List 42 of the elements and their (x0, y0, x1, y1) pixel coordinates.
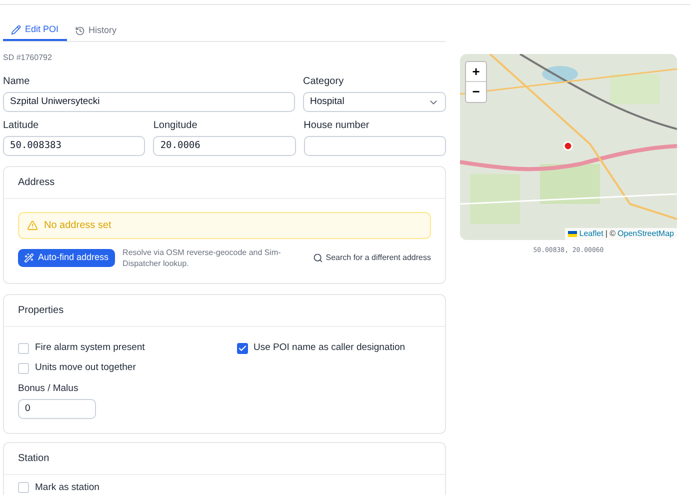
input-field[interactable]: 0 (18, 398, 96, 419)
map[interactable]: + − Leaflet | © OpenStreetMap (460, 54, 677, 240)
flag-icon (568, 231, 578, 237)
openstreetmap-link[interactable]: OpenStreetMap (618, 228, 674, 240)
input-field[interactable] (304, 136, 446, 156)
checkbox[interactable] (236, 342, 248, 354)
attribution-separator: | © (605, 228, 616, 240)
alert-text: No address set (44, 219, 112, 233)
leaflet-link[interactable]: Leaflet (579, 228, 604, 240)
zoom-out-button[interactable]: − (466, 82, 486, 102)
field-label: House number (304, 119, 370, 133)
search-icon (312, 253, 323, 263)
tab[interactable]: History (66, 20, 125, 41)
checkbox-label: Mark as station (35, 480, 100, 495)
input-field[interactable]: 20.0006 (153, 136, 296, 156)
zoom-in-button[interactable]: + (466, 62, 486, 82)
field-label: Latitude (3, 119, 40, 133)
history-icon (74, 26, 85, 36)
checkbox-label: Use POI name as caller designation (254, 341, 406, 355)
search-address-link[interactable]: Search for a different address (312, 252, 431, 264)
magic-wand-icon (24, 253, 34, 263)
record-id: SD #1760792 (3, 52, 53, 64)
field-label: Name (3, 75, 31, 89)
card-title: Station (18, 452, 50, 466)
card-title: Properties (18, 304, 64, 318)
tab[interactable]: Edit POI (3, 20, 67, 41)
warning-icon (27, 220, 38, 231)
card-title: Address (18, 176, 55, 190)
auto-find-button[interactable]: Auto-find address (18, 249, 115, 267)
input-field[interactable]: 50.008383 (3, 136, 146, 156)
select-field[interactable]: Hospital (303, 92, 446, 112)
field-label: Bonus / Malus (18, 382, 80, 396)
checkbox-label: Units move out together (35, 361, 136, 376)
checkbox-label: Fire alarm system present (35, 341, 145, 355)
checkbox[interactable] (18, 482, 29, 494)
field-label: Longitude (153, 119, 198, 133)
hint-text: Resolve via OSM reverse-geocode and Sim-Dispatcher lookup. (122, 247, 282, 269)
checkbox[interactable] (18, 362, 29, 374)
field-label: Category (303, 75, 345, 89)
pencil-icon (11, 24, 21, 34)
input-field[interactable]: Szpital Uniwersytecki (3, 92, 295, 112)
checkbox[interactable] (18, 342, 29, 354)
